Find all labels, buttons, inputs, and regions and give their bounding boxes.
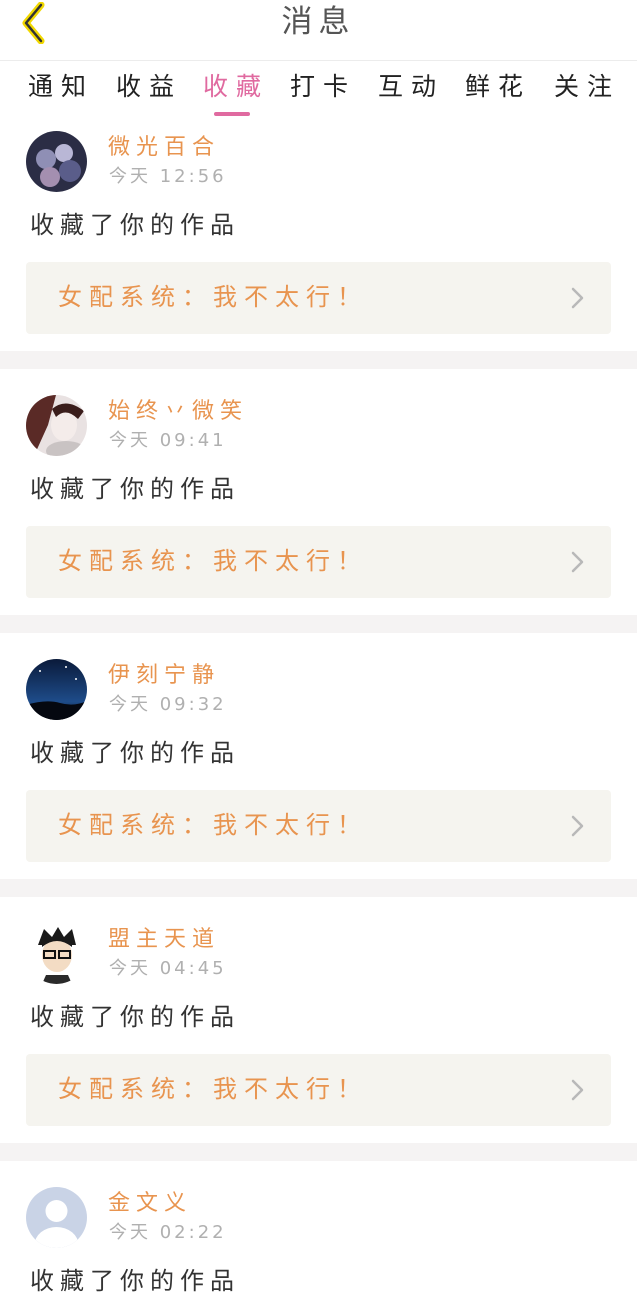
divider: [0, 351, 637, 369]
tab-notice[interactable]: 通知: [28, 70, 94, 104]
action-text: 收藏了你的作品: [30, 475, 240, 503]
timestamp: 今天 12:56: [109, 166, 227, 187]
list-item: 始终丷微笑 今天 09:41 收藏了你的作品 女配系统：我不太行！: [0, 369, 637, 598]
work-link-card[interactable]: 女配系统：我不太行！: [26, 262, 611, 334]
work-title: 女配系统：我不太行！: [58, 547, 368, 575]
tab-bar: 通知 收益 收藏 打卡 互动 鲜花 关注: [0, 62, 637, 122]
divider: [0, 879, 637, 897]
work-title: 女配系统：我不太行！: [58, 283, 368, 311]
action-text: 收藏了你的作品: [30, 1003, 240, 1031]
divider: [0, 1143, 637, 1161]
work-link-card[interactable]: 女配系统：我不太行！: [26, 790, 611, 862]
page-title: 消息: [281, 4, 356, 40]
header: 消息: [0, 0, 637, 61]
list-item: 微光百合 今天 12:56 收藏了你的作品 女配系统：我不太行！: [0, 123, 637, 351]
chevron-right-icon: [571, 815, 584, 837]
avatar-cartoon-boy-icon[interactable]: [26, 923, 87, 984]
active-tab-indicator: [214, 112, 250, 116]
avatar-girl-icon[interactable]: [26, 395, 87, 456]
chevron-right-icon: [571, 1079, 584, 1101]
action-text: 收藏了你的作品: [30, 1267, 240, 1295]
timestamp: 今天 02:22: [109, 1222, 227, 1243]
tab-income[interactable]: 收益: [116, 70, 182, 104]
action-text: 收藏了你的作品: [30, 739, 240, 767]
list-item: 伊刻宁静 今天 09:32 收藏了你的作品 女配系统：我不太行！: [0, 633, 637, 862]
tab-checkin[interactable]: 打卡: [290, 70, 356, 104]
work-title: 女配系统：我不太行！: [58, 1075, 368, 1103]
user-name[interactable]: 微光百合: [108, 133, 220, 163]
avatar-night-sky-icon[interactable]: [26, 659, 87, 720]
tab-favorites[interactable]: 收藏: [203, 70, 269, 104]
tab-follow[interactable]: 关注: [554, 70, 620, 104]
work-link-card[interactable]: 女配系统：我不太行！: [26, 526, 611, 598]
avatar-default-icon[interactable]: [26, 1187, 87, 1248]
tab-flowers[interactable]: 鲜花: [465, 70, 531, 104]
action-text: 收藏了你的作品: [30, 211, 240, 239]
user-name[interactable]: 始终丷微笑: [108, 397, 248, 427]
work-title: 女配系统：我不太行！: [58, 811, 368, 839]
tab-interaction[interactable]: 互动: [378, 70, 444, 104]
user-name[interactable]: 盟主天道: [108, 925, 220, 955]
timestamp: 今天 04:45: [109, 958, 227, 979]
divider: [0, 615, 637, 633]
timestamp: 今天 09:41: [109, 430, 227, 451]
chevron-right-icon: [571, 551, 584, 573]
work-link-card[interactable]: 女配系统：我不太行！: [26, 1054, 611, 1126]
user-name[interactable]: 金文义: [108, 1189, 192, 1219]
list-item: 金文义 今天 02:22 收藏了你的作品: [0, 1161, 637, 1295]
avatar-group-icon[interactable]: [26, 131, 87, 192]
timestamp: 今天 09:32: [109, 694, 227, 715]
list-item: 盟主天道 今天 04:45 收藏了你的作品 女配系统：我不太行！: [0, 897, 637, 1126]
user-name[interactable]: 伊刻宁静: [108, 661, 220, 691]
chevron-right-icon: [571, 287, 584, 309]
